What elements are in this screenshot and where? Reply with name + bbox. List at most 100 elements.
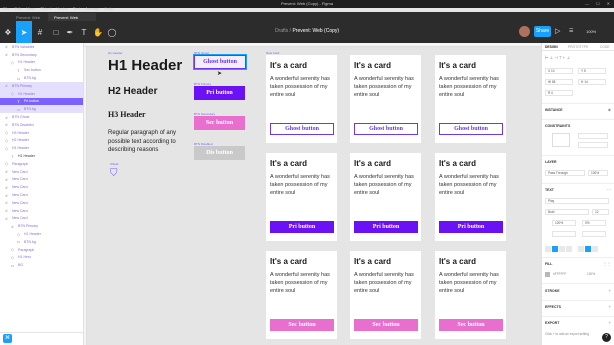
card-primary-button[interactable]: Pri button <box>439 221 503 233</box>
layer-item[interactable]: # New Card <box>0 176 83 184</box>
layer-item[interactable]: # BTN Secondary <box>0 51 83 59</box>
h1-header-text[interactable]: H1 Header <box>108 57 182 74</box>
quick-actions-icon[interactable]: ⌘ <box>3 334 12 343</box>
align-icons[interactable]: ⊢ ⊥ ⊣ ⊤ ⊦ ⊥ <box>545 55 570 60</box>
fill-opacity-value[interactable]: 100% <box>587 272 595 276</box>
card[interactable]: It's a card A wonderful serenity has take… <box>350 251 421 339</box>
h3-header-text[interactable]: H3 Header <box>108 110 146 119</box>
constraint-horizontal[interactable] <box>578 133 608 139</box>
card-ghost-button[interactable]: Ghost button <box>270 123 334 135</box>
more-options-icon[interactable]: ⋯ <box>607 187 611 192</box>
text-align-top-icon[interactable] <box>578 246 584 252</box>
zoom-level[interactable]: 100% <box>586 29 596 34</box>
layer-item[interactable]: # BTN Ghost <box>0 113 83 121</box>
card[interactable]: It's a card A wonderful serenity has take… <box>350 55 421 143</box>
card[interactable]: It's a card A wonderful serenity has take… <box>266 251 337 339</box>
shield-icon[interactable]: ⛉ <box>110 168 124 182</box>
card[interactable]: It's a card A wonderful serenity has take… <box>435 251 506 339</box>
card[interactable]: It's a card A wonderful serenity has take… <box>266 153 337 241</box>
layer-item[interactable]: ◇ H2 Header <box>0 137 83 145</box>
layer-item[interactable]: ▭ BG <box>0 261 83 269</box>
font-family-select[interactable]: Play <box>545 198 609 204</box>
line-height-field[interactable]: 120% <box>552 220 576 226</box>
constraint-vertical[interactable] <box>578 142 608 148</box>
frame-label-typo[interactable]: H1 Header <box>108 51 123 55</box>
close-button[interactable]: ✕ <box>607 1 610 6</box>
paragraph-text[interactable]: Regular paragraph of any possible text a… <box>108 129 178 155</box>
layer-item[interactable]: ◇ Paragraph <box>0 246 83 254</box>
add-stroke-icon[interactable]: + <box>609 288 611 293</box>
letter-spacing-field[interactable]: 0% <box>582 220 606 226</box>
layer-item[interactable]: # BTN Disabled <box>0 121 83 129</box>
maximize-button[interactable]: ☐ <box>596 1 600 6</box>
help-button[interactable]: ? <box>602 333 611 342</box>
paragraph-spacing-field[interactable] <box>552 231 576 237</box>
h-field[interactable]: H 14 <box>578 79 606 85</box>
layer-item[interactable]: T Sec button <box>0 66 83 74</box>
text-align-justify-icon[interactable] <box>566 246 572 252</box>
add-effect-icon[interactable]: + <box>609 304 611 309</box>
canvas[interactable]: H1 Header H1 Header H2 Header H3 Header … <box>84 43 541 345</box>
layer-item[interactable]: # New Card <box>0 207 83 215</box>
layer-item[interactable]: # BTN Variables <box>0 43 83 51</box>
tab-prototype[interactable]: PROTOTYPE <box>568 45 588 49</box>
layer-item[interactable]: ◇ H1 Header <box>0 230 83 238</box>
layer-item[interactable]: ▭ BTN bg <box>0 74 83 82</box>
layer-item[interactable]: # New Card <box>0 183 83 191</box>
frame-label-icon[interactable]: Shield <box>110 162 118 166</box>
text-align-right-icon[interactable] <box>559 246 565 252</box>
layer-item[interactable]: # BTN Primary <box>0 222 83 230</box>
x-field[interactable]: X 10 <box>545 68 573 74</box>
layer-item[interactable]: # New Card <box>0 199 83 207</box>
layer-item[interactable]: ◇ H1 Header <box>0 89 83 98</box>
text-align-middle-icon[interactable] <box>585 246 591 252</box>
share-button[interactable]: Share <box>534 26 551 37</box>
card[interactable]: It's a card A wonderful serenity has take… <box>435 55 506 143</box>
ghost-button[interactable]: Ghost button <box>193 54 247 70</box>
y-field[interactable]: Y 5 <box>578 68 606 74</box>
add-export-icon[interactable]: + <box>609 320 611 325</box>
layer-item[interactable]: ◇ H1 Hero <box>0 254 83 262</box>
layer-opacity-field[interactable]: 100% <box>588 170 608 176</box>
font-size-field[interactable]: 12 <box>592 209 609 215</box>
paragraph-indent-field[interactable] <box>582 231 606 237</box>
layer-item[interactable]: ▭ BTN bg <box>0 105 83 114</box>
file-tab-active[interactable]: Prevent: Web (Copy) <box>48 13 96 25</box>
layer-item[interactable]: # BTN Primary <box>0 81 83 90</box>
secondary-button[interactable]: Sec button <box>194 116 245 130</box>
layer-item[interactable]: # New Card <box>0 168 83 176</box>
layer-item[interactable]: T H1 Header <box>0 152 83 160</box>
tab-design[interactable]: DESIGN <box>545 45 558 49</box>
layer-item[interactable]: T Pri button <box>0 97 83 106</box>
text-align-center-icon[interactable] <box>552 246 558 252</box>
card[interactable]: It's a card A wonderful serenity has take… <box>266 55 337 143</box>
card-secondary-button[interactable]: Sec button <box>354 319 418 331</box>
fill-color-swatch[interactable] <box>545 272 550 277</box>
present-play-icon[interactable]: ▷ <box>555 27 560 35</box>
avatar[interactable] <box>519 26 530 37</box>
h2-header-text[interactable]: H2 Header <box>108 86 157 97</box>
card[interactable]: It's a card A wonderful serenity has take… <box>350 153 421 241</box>
blend-mode-select[interactable]: Pass Through <box>545 170 585 176</box>
project-name[interactable]: Drafts <box>275 28 288 34</box>
minimize-button[interactable]: — <box>585 1 589 6</box>
card-primary-button[interactable]: Pri button <box>270 221 334 233</box>
card[interactable]: It's a card A wonderful serenity has take… <box>435 153 506 241</box>
layer-item[interactable]: ◇ H3 Header <box>0 129 83 137</box>
layer-item[interactable]: # New Card <box>0 215 83 223</box>
constraints-widget[interactable] <box>552 133 570 147</box>
card-secondary-button[interactable]: Sec button <box>270 319 334 331</box>
card-primary-button[interactable]: Pri button <box>354 221 418 233</box>
layer-item[interactable]: # New Card <box>0 191 83 199</box>
tab-code[interactable]: CODE <box>600 45 610 49</box>
card-ghost-button[interactable]: Ghost button <box>439 123 503 135</box>
fill-options-icon[interactable]: ⋮⋮ <box>603 261 611 266</box>
layer-item[interactable]: ◇ H1 Header <box>0 144 83 152</box>
layer-item[interactable]: ◇ Paragraph <box>0 160 83 168</box>
component-icon[interactable]: ◈ <box>608 107 611 112</box>
w-field[interactable]: W 58 <box>545 79 573 85</box>
primary-button[interactable]: Pri button <box>194 86 245 100</box>
disabled-button[interactable]: Dis button <box>194 146 245 160</box>
rotation-field[interactable]: R 0 <box>545 90 573 96</box>
text-align-bottom-icon[interactable] <box>592 246 598 252</box>
